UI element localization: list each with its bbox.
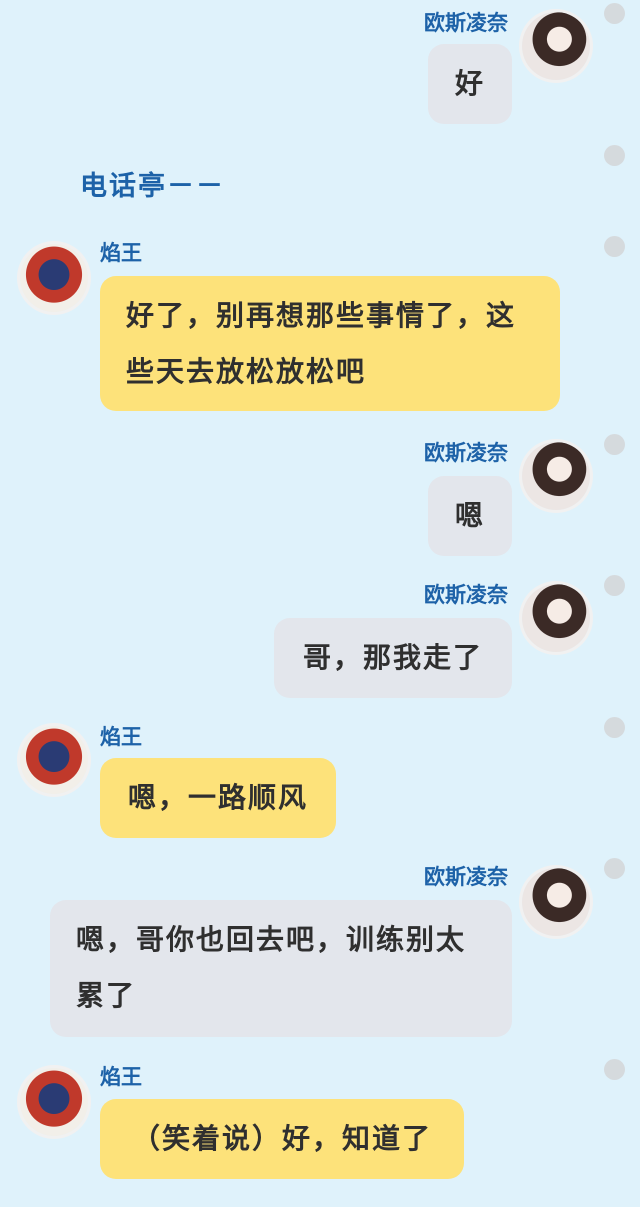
message-text: 些天去放松放松吧 bbox=[126, 355, 367, 388]
message-bubble[interactable]: 好 bbox=[428, 44, 512, 124]
chat-screen: 欧斯凌奈 好 电话亭－－ 焰王 好了，别再想那些事情了，这 些天去放松放松吧 欧… bbox=[0, 0, 640, 1207]
sender-name: 焰王 bbox=[100, 1065, 142, 1089]
boy-avatar[interactable] bbox=[20, 1068, 88, 1136]
scene-note: 电话亭－－ bbox=[80, 171, 225, 202]
scroll-dot bbox=[604, 236, 625, 257]
message-text: 嗯 bbox=[454, 499, 485, 532]
message-text: （笑着说）好，知道了 bbox=[131, 1122, 432, 1155]
sender-name: 欧斯凌奈 bbox=[424, 441, 508, 465]
sender-name: 欧斯凌奈 bbox=[424, 583, 508, 607]
message-bubble[interactable]: 嗯，哥你也回去吧，训练别太 累了 bbox=[50, 900, 512, 1037]
message-text: 嗯，一路顺风 bbox=[127, 781, 308, 814]
scroll-dot bbox=[604, 434, 625, 455]
scroll-dot bbox=[604, 575, 625, 596]
scroll-dot bbox=[604, 145, 625, 166]
sender-name: 欧斯凌奈 bbox=[424, 11, 508, 35]
message-bubble[interactable]: 好了，别再想那些事情了，这 些天去放松放松吧 bbox=[100, 276, 560, 411]
sender-name: 焰王 bbox=[100, 725, 142, 749]
message-bubble[interactable]: 嗯 bbox=[428, 476, 512, 556]
message-bubble[interactable]: （笑着说）好，知道了 bbox=[100, 1099, 464, 1179]
girl-avatar[interactable] bbox=[522, 12, 590, 80]
message-text: 好 bbox=[454, 67, 485, 100]
message-text: 嗯，哥你也回去吧，训练别太 bbox=[76, 923, 467, 956]
boy-avatar[interactable] bbox=[20, 244, 88, 312]
message-bubble[interactable]: 嗯，一路顺风 bbox=[100, 758, 336, 838]
sender-name: 欧斯凌奈 bbox=[424, 865, 508, 889]
scroll-dot bbox=[604, 858, 625, 879]
girl-avatar[interactable] bbox=[522, 442, 590, 510]
scroll-dot bbox=[604, 717, 625, 738]
scroll-dot bbox=[604, 1059, 625, 1080]
message-text: 累了 bbox=[76, 979, 137, 1012]
message-bubble[interactable]: 哥，那我走了 bbox=[274, 618, 512, 698]
girl-avatar[interactable] bbox=[522, 584, 590, 652]
boy-avatar[interactable] bbox=[20, 726, 88, 794]
sender-name: 焰王 bbox=[100, 241, 142, 265]
scroll-dot bbox=[604, 3, 625, 24]
girl-avatar[interactable] bbox=[522, 868, 590, 936]
message-text: 哥，那我走了 bbox=[302, 641, 483, 674]
message-text: 好了，别再想那些事情了，这 bbox=[126, 299, 517, 332]
